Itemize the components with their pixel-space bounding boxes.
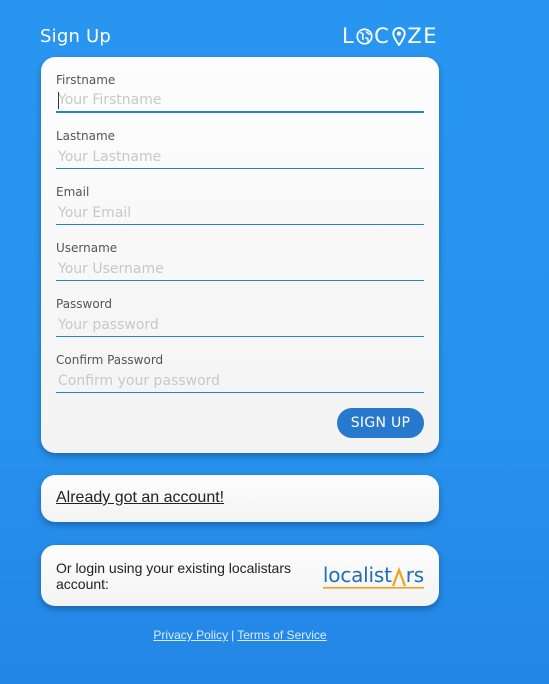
text-cursor (58, 92, 59, 109)
firstname-field: Firstname (56, 73, 424, 115)
localistars-login-button[interactable]: localist rs (322, 563, 424, 589)
page-title: Sign Up (40, 26, 111, 47)
localistars-login-card: Or login using your existing localistars… (41, 545, 439, 606)
confirm-password-field: Confirm Password (56, 353, 424, 395)
firstname-input[interactable] (56, 89, 424, 113)
map-pin-icon (392, 26, 406, 46)
globe-icon (356, 27, 373, 45)
password-field: Password (56, 297, 424, 339)
localistars-logo-right: rs (405, 563, 424, 587)
signup-button[interactable]: SIGN UP (337, 408, 424, 438)
email-input[interactable] (56, 201, 424, 225)
terms-of-service-link[interactable]: Terms of Service (237, 628, 326, 642)
lastname-field: Lastname (56, 129, 424, 171)
localistars-arrow-icon (391, 567, 406, 587)
email-field: Email (56, 185, 424, 227)
locize-logo[interactable]: L C ZE (342, 24, 438, 48)
username-input[interactable] (56, 257, 424, 281)
firstname-label: Firstname (56, 73, 116, 87)
password-label: Password (56, 297, 113, 311)
password-input[interactable] (56, 313, 424, 337)
already-have-account-link[interactable]: Already got an account! (56, 489, 224, 507)
email-label: Email (56, 185, 90, 199)
header: Sign Up L C ZE (40, 24, 438, 50)
localistars-logo-left: localist (322, 563, 392, 587)
confirm-password-label: Confirm Password (56, 353, 164, 367)
existing-account-card: Already got an account! (41, 475, 439, 522)
lastname-label: Lastname (56, 129, 116, 143)
logo-letter-l: L (341, 24, 356, 48)
username-label: Username (56, 241, 118, 255)
privacy-policy-link[interactable]: Privacy Policy (153, 628, 228, 642)
logo-letters-ze: ZE (407, 24, 438, 48)
logo-letter-c: C (374, 24, 391, 48)
username-field: Username (56, 241, 424, 283)
confirm-password-input[interactable] (56, 369, 424, 393)
localistars-underline-icon (322, 587, 424, 589)
footer: Privacy Policy | Terms of Service (0, 628, 480, 642)
lastname-input[interactable] (56, 145, 424, 169)
signup-form-card: Firstname Lastname Email Username Passwo… (41, 57, 439, 453)
footer-separator: | (231, 628, 235, 642)
localistars-login-text: Or login using your existing localistars… (56, 560, 291, 592)
